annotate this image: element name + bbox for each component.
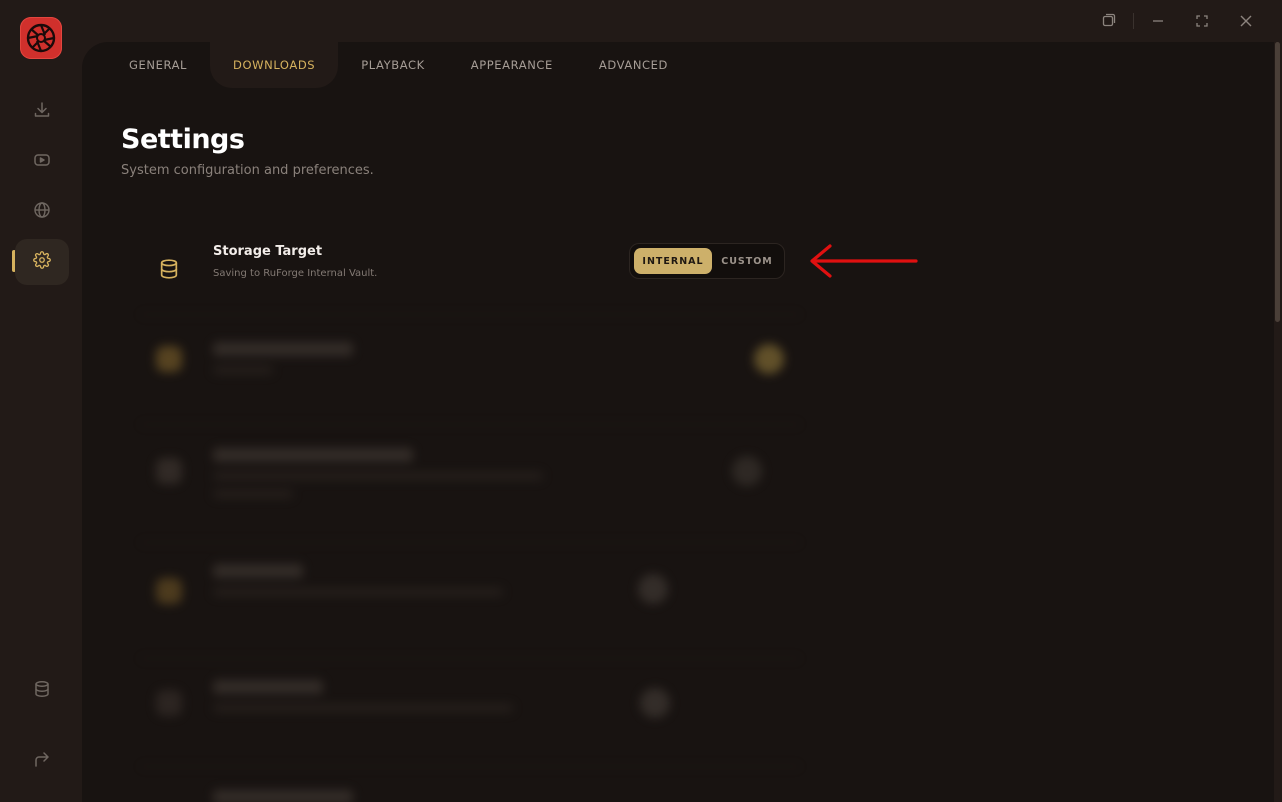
- window-controls-divider: [1133, 13, 1134, 29]
- list-item: [140, 440, 800, 520]
- sidebar-item-downloads[interactable]: [15, 89, 69, 135]
- sidebar-item-videos[interactable]: [15, 139, 69, 185]
- tab-general[interactable]: GENERAL: [106, 42, 210, 88]
- blurred-row-title: [213, 564, 303, 578]
- database-icon: [156, 256, 182, 282]
- blurred-row-icon: [156, 346, 182, 372]
- row-divider: [140, 658, 800, 659]
- maximize-icon: [1196, 12, 1208, 31]
- row-divider: [140, 766, 800, 767]
- sidebar-item-storage[interactable]: [15, 668, 69, 714]
- blurred-row-icon: [156, 578, 182, 604]
- row-divider: [140, 424, 800, 425]
- aperture-logo-icon[interactable]: [20, 17, 62, 59]
- maximize-button[interactable]: [1180, 0, 1224, 42]
- blurred-row-icon: [156, 690, 182, 716]
- settings-tabs: GENERAL DOWNLOADS PLAYBACK APPEARANCE AD…: [82, 42, 1274, 88]
- blurred-row-control: [754, 344, 784, 374]
- logout-arrow-icon: [33, 751, 51, 773]
- gear-icon: [33, 251, 51, 273]
- download-icon: [33, 101, 51, 123]
- blurred-row-control: [640, 688, 670, 718]
- blurred-row-title: [213, 342, 353, 356]
- storage-target-title: Storage Target: [213, 244, 323, 259]
- blurred-row-text: [213, 490, 293, 498]
- blurred-row-control: [732, 456, 762, 486]
- row-divider: [140, 314, 800, 315]
- tab-downloads[interactable]: DOWNLOADS: [210, 42, 339, 88]
- window-controls: [1087, 0, 1282, 42]
- page-title: Settings: [121, 124, 245, 155]
- minimize-icon: [1152, 12, 1164, 31]
- minimize-button[interactable]: [1136, 0, 1180, 42]
- list-item: [140, 558, 800, 638]
- blurred-settings-list: [140, 312, 800, 802]
- sidebar-item-settings[interactable]: [15, 239, 69, 285]
- globe-icon: [33, 201, 51, 223]
- close-button[interactable]: [1224, 0, 1268, 42]
- blurred-row-text: [213, 366, 273, 374]
- tab-appearance[interactable]: APPEARANCE: [448, 42, 576, 88]
- blurred-row-text: [213, 704, 513, 712]
- blurred-row-icon: [156, 458, 182, 484]
- close-icon: [1240, 12, 1252, 31]
- tab-advanced[interactable]: ADVANCED: [576, 42, 691, 88]
- restore-window-button[interactable]: [1087, 0, 1131, 42]
- sidebar-item-logout[interactable]: [15, 739, 69, 785]
- tab-playback[interactable]: PLAYBACK: [338, 42, 448, 88]
- database-icon: [33, 680, 51, 702]
- blurred-row-title: [213, 790, 353, 802]
- sidebar-item-web[interactable]: [15, 189, 69, 235]
- app-window: GENERAL DOWNLOADS PLAYBACK APPEARANCE AD…: [0, 0, 1282, 802]
- blurred-row-control: [638, 574, 668, 604]
- blurred-row-text: [213, 472, 543, 480]
- list-item: [140, 672, 800, 752]
- restore-window-icon: [1102, 12, 1116, 31]
- blurred-row-text: [213, 588, 503, 596]
- settings-panel: GENERAL DOWNLOADS PLAYBACK APPEARANCE AD…: [82, 42, 1274, 802]
- storage-option-internal[interactable]: INTERNAL: [634, 248, 712, 274]
- sidebar: [0, 0, 82, 802]
- scrollbar[interactable]: [1275, 42, 1280, 322]
- storage-option-custom[interactable]: CUSTOM: [716, 248, 778, 274]
- storage-target-toggle: INTERNAL CUSTOM: [629, 243, 785, 279]
- row-divider: [140, 542, 800, 543]
- annotation-arrow-icon: [806, 240, 922, 286]
- storage-target-description: Saving to RuForge Internal Vault.: [213, 268, 378, 279]
- blurred-row-title: [213, 680, 323, 694]
- page-subtitle: System configuration and preferences.: [121, 163, 374, 178]
- blurred-row-title: [213, 448, 413, 462]
- video-icon: [33, 151, 51, 173]
- list-item: [140, 332, 800, 412]
